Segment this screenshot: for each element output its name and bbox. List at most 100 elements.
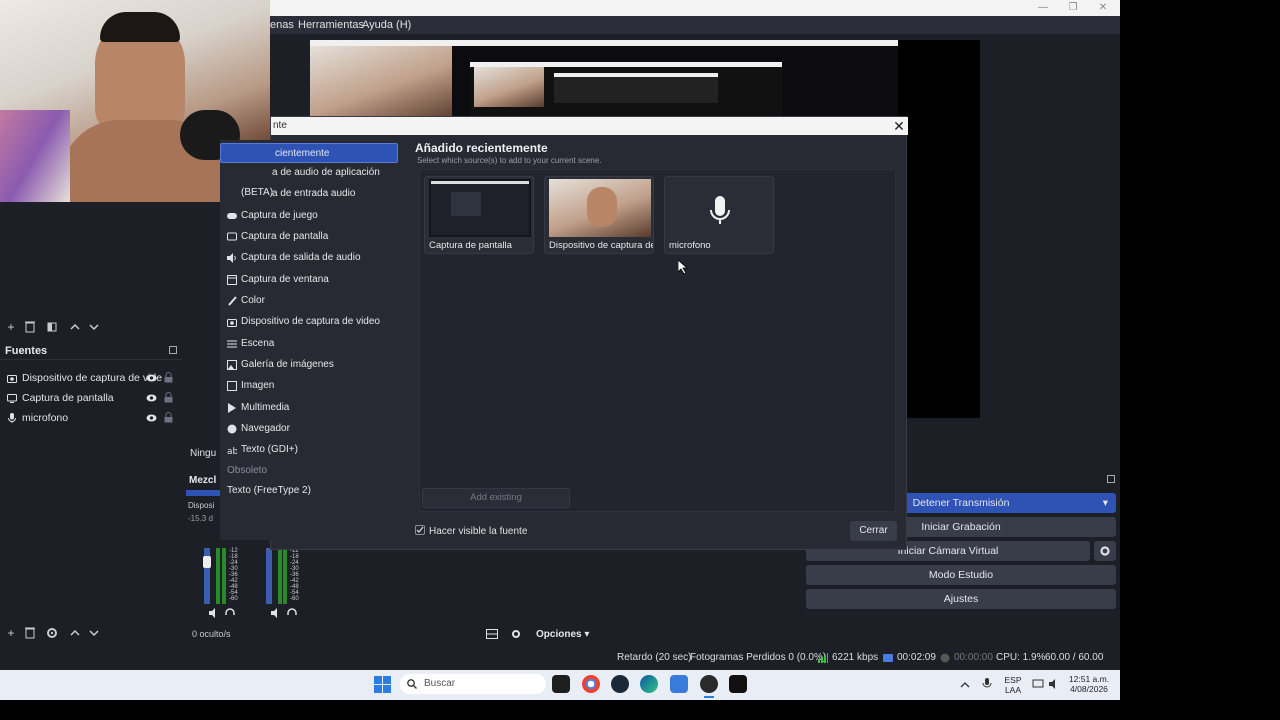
add-source-button[interactable]: +: [2, 624, 20, 642]
app-icon[interactable]: [729, 675, 747, 693]
type-text-gdi[interactable]: ab Texto (GDI+): [220, 440, 408, 460]
menu-tools[interactable]: Herramientas: [298, 16, 364, 34]
clock[interactable]: 12:51 a.m. 4/08/2026: [1064, 670, 1114, 700]
type-scene[interactable]: Escena: [220, 334, 408, 354]
remove-scene-button[interactable]: [21, 318, 39, 336]
type-label: a de entrada audio: [272, 188, 356, 199]
language-indicator[interactable]: ESP LAA: [1000, 670, 1026, 700]
type-browser[interactable]: Navegador: [220, 419, 408, 439]
recent-tile-camera[interactable]: Dispositivo de captura de v: [544, 176, 654, 254]
tile-label: Captura de pantalla: [429, 240, 512, 251]
level-meter: [278, 548, 282, 604]
gamepad-icon: [227, 213, 237, 219]
clock-date: 4/08/2026: [1070, 684, 1108, 694]
delay-status: Retardo (20 sec): [617, 652, 692, 663]
person-hair: [100, 12, 180, 42]
filter-icon: [47, 322, 57, 332]
lock-icon[interactable]: [164, 392, 173, 403]
volume-icon[interactable]: [1048, 678, 1060, 690]
source-item[interactable]: microfono: [0, 408, 182, 428]
stream-time: 00:02:09: [897, 652, 936, 663]
speaker-icon: [227, 253, 236, 263]
windows-start-icon[interactable]: [374, 676, 391, 693]
visible-checkbox[interactable]: Hacer visible la fuente: [415, 525, 527, 537]
virtual-cam-settings-button[interactable]: [1094, 541, 1116, 561]
source-item[interactable]: Dispositivo de captura de vide: [0, 368, 182, 388]
scene-down-button[interactable]: [85, 318, 103, 336]
lock-icon[interactable]: [164, 412, 173, 423]
undock-icon[interactable]: [169, 346, 177, 354]
type-image-slideshow[interactable]: Galería de imágenes: [220, 355, 408, 375]
source-properties-button[interactable]: [43, 624, 61, 642]
studio-mode-button[interactable]: Modo Estudio: [806, 565, 1116, 585]
gallery-icon: [227, 360, 237, 370]
network-icon[interactable]: [1032, 678, 1044, 690]
type-recent[interactable]: cientemente: [220, 143, 398, 163]
edge-icon[interactable]: [640, 675, 658, 693]
type-display-capture[interactable]: Captura de pantalla: [220, 227, 408, 247]
list-icon: [227, 340, 237, 348]
source-up-button[interactable]: [66, 624, 84, 642]
store-icon[interactable]: [670, 675, 688, 693]
type-audio-output[interactable]: Captura de salida de audio: [220, 248, 408, 268]
chrome-icon[interactable]: [582, 675, 600, 693]
type-app-audio[interactable]: a de audio de aplicación (BETA): [220, 163, 408, 198]
camera-icon: [227, 319, 237, 327]
remove-source-button[interactable]: [21, 624, 39, 642]
add-existing-button[interactable]: Add existing: [422, 488, 570, 508]
level-meter: [222, 548, 226, 604]
nested-capture-2: [470, 62, 782, 122]
close-dialog-button[interactable]: Cerrar: [850, 521, 897, 541]
eye-icon[interactable]: [146, 413, 157, 423]
dialog-close-button[interactable]: ✕: [890, 117, 908, 135]
type-label: cientemente: [275, 148, 330, 159]
scene-filters-button[interactable]: [43, 318, 61, 336]
type-media[interactable]: Multimedia: [220, 398, 408, 418]
chevron-up-icon[interactable]: [960, 680, 970, 690]
steam-icon[interactable]: [611, 675, 629, 693]
eye-icon[interactable]: [146, 393, 157, 403]
type-label: Captura de juego: [241, 210, 318, 221]
layout-icon[interactable]: [486, 629, 498, 639]
type-video-capture[interactable]: Dispositivo de captura de video: [220, 312, 408, 332]
obs-icon[interactable]: [700, 675, 718, 693]
scene-up-button[interactable]: [66, 318, 84, 336]
eye-icon[interactable]: [146, 373, 157, 383]
source-label: microfono: [22, 412, 69, 424]
headphones-icon[interactable]: [225, 608, 235, 618]
menu-scenes[interactable]: enas: [270, 16, 294, 34]
minimize-button[interactable]: —: [1028, 0, 1058, 16]
microphone-icon: [710, 196, 730, 224]
type-text-freetype[interactable]: Texto (FreeType 2): [220, 481, 408, 501]
recent-tile-microphone[interactable]: microfono: [664, 176, 774, 254]
status-bar: Retardo (20 sec) Fotogramas Perdidos 0 (…: [0, 648, 1120, 683]
recent-tile-display[interactable]: Captura de pantalla: [424, 176, 534, 254]
speaker-icon[interactable]: [270, 608, 280, 618]
type-label: Color: [241, 295, 265, 306]
maximize-button[interactable]: ❐: [1058, 0, 1088, 16]
volume-handle[interactable]: [203, 556, 211, 568]
volume-slider[interactable]: [266, 548, 272, 604]
source-item[interactable]: Captura de pantalla: [0, 388, 182, 408]
undock-icon[interactable]: [1107, 475, 1115, 483]
options-dropdown[interactable]: Opciones ▾: [536, 629, 589, 640]
microphone-icon[interactable]: [982, 678, 992, 690]
settings-button[interactable]: Ajustes: [806, 589, 1116, 609]
source-down-button[interactable]: [85, 624, 103, 642]
type-color[interactable]: Color: [220, 291, 408, 311]
taskview-icon[interactable]: [552, 675, 570, 693]
type-audio-input[interactable]: a de entrada audio: [220, 184, 408, 204]
headphones-icon[interactable]: [287, 608, 297, 618]
speaker-icon[interactable]: [208, 608, 218, 618]
add-scene-button[interactable]: +: [2, 318, 20, 336]
taskbar-search[interactable]: Buscar: [400, 674, 546, 694]
section-label: Obsoleto: [227, 465, 268, 476]
lock-icon[interactable]: [164, 372, 173, 383]
chevron-up-icon: [70, 629, 80, 636]
close-window-button[interactable]: ✕: [1088, 0, 1118, 16]
type-image[interactable]: Imagen: [220, 376, 408, 396]
type-window-capture[interactable]: Captura de ventana: [220, 270, 408, 290]
settings-gear-icon[interactable]: [510, 629, 522, 639]
type-game-capture[interactable]: Captura de juego: [220, 206, 408, 226]
menu-help[interactable]: Ayuda (H): [362, 16, 411, 34]
